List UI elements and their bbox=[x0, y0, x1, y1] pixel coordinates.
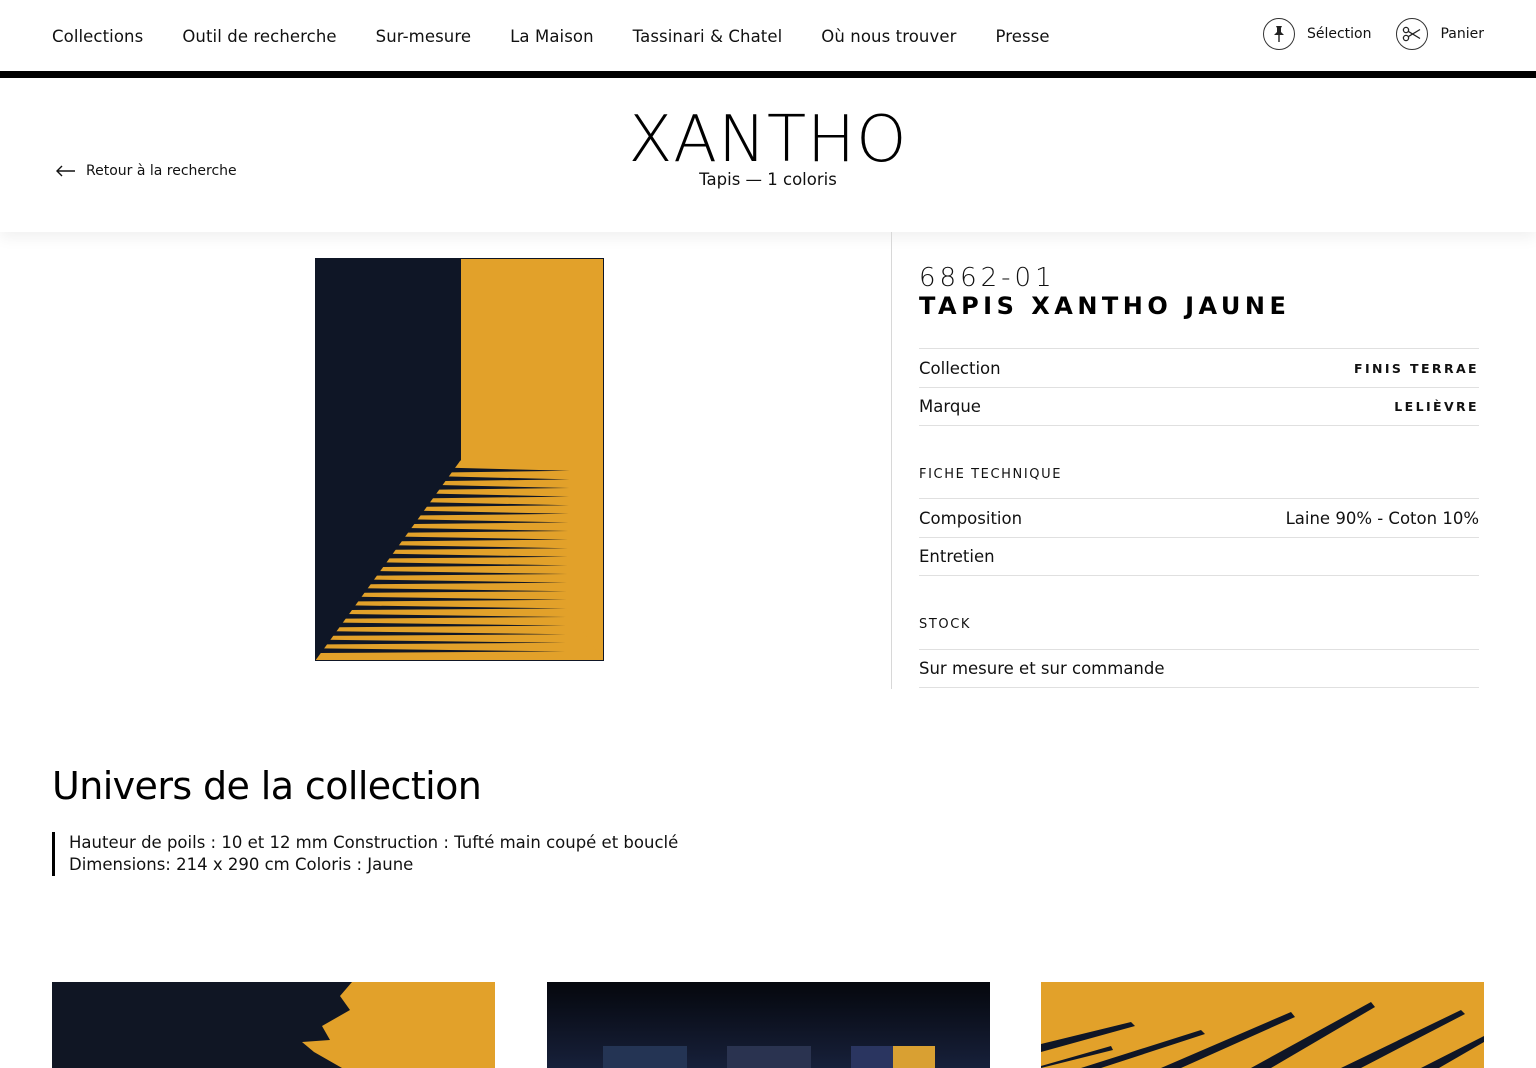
selection-label: Sélection bbox=[1306, 26, 1372, 42]
column-divider bbox=[891, 232, 892, 689]
collection-gallery bbox=[52, 982, 1484, 1068]
product-name: TAPIS XANTHO JAUNE bbox=[919, 292, 1291, 320]
spec-label: Entretien bbox=[919, 547, 995, 566]
collection-value[interactable]: FINIS TERRAE bbox=[1354, 361, 1479, 376]
nav-link-tassinari-chatel[interactable]: Tassinari & Chatel bbox=[633, 24, 783, 50]
page-subtitle: Tapis — 1 coloris bbox=[699, 170, 837, 189]
nav-link-la-maison[interactable]: La Maison bbox=[510, 24, 594, 50]
product-details: 6862-01 TAPIS XANTHO JAUNE bbox=[919, 262, 1479, 320]
attribute-row-collection: Collection FINIS TERRAE bbox=[919, 348, 1479, 387]
spec-row-composition: Composition Laine 90% - Coton 10% bbox=[919, 498, 1479, 537]
fiche-technique-heading: FICHE TECHNIQUE bbox=[919, 467, 1063, 482]
spec-row-entretien: Entretien bbox=[919, 537, 1479, 576]
gallery-image[interactable] bbox=[1041, 982, 1484, 1068]
product-header: Retour à la recherche XANTHO Tapis — 1 c… bbox=[0, 78, 1536, 232]
nav-link-ou-nous-trouver[interactable]: Où nous trouver bbox=[821, 24, 956, 50]
univers-line: Dimensions: 214 x 290 cm Coloris : Jaune bbox=[69, 855, 414, 874]
gallery-image[interactable] bbox=[52, 982, 495, 1068]
selection-button[interactable]: Sélection bbox=[1262, 18, 1372, 50]
stock-heading: STOCK bbox=[919, 617, 972, 632]
pin-icon bbox=[1262, 18, 1295, 50]
cart-label: Panier bbox=[1440, 26, 1484, 42]
cart-button[interactable]: Panier bbox=[1396, 18, 1484, 50]
gallery-image[interactable] bbox=[547, 982, 990, 1068]
attribute-label: Collection bbox=[919, 358, 1001, 378]
scissors-icon bbox=[1396, 18, 1429, 50]
stock-value: Sur mesure et sur commande bbox=[919, 659, 1165, 678]
attribute-row-marque: Marque LELIÈVRE bbox=[919, 387, 1479, 426]
spec-label: Composition bbox=[919, 508, 1023, 528]
stock-row: Sur mesure et sur commande bbox=[919, 649, 1479, 688]
brand-value[interactable]: LELIÈVRE bbox=[1394, 399, 1479, 414]
product-reference: 6862-01 bbox=[919, 263, 1056, 293]
page-title: XANTHO bbox=[628, 103, 908, 177]
nav-link-outil-de-recherche[interactable]: Outil de recherche bbox=[182, 24, 336, 50]
univers-line: Hauteur de poils : 10 et 12 mm Construct… bbox=[69, 833, 679, 852]
univers-heading: Univers de la collection bbox=[52, 764, 482, 808]
top-navigation: Collections Outil de recherche Sur-mesur… bbox=[0, 0, 1536, 72]
user-actions: Sélection Panier bbox=[1238, 18, 1484, 50]
nav-link-presse[interactable]: Presse bbox=[995, 24, 1049, 50]
spec-value: Laine 90% - Coton 10% bbox=[1285, 508, 1479, 528]
attribute-label: Marque bbox=[919, 397, 981, 416]
product-image[interactable] bbox=[314, 257, 605, 662]
univers-description: Hauteur de poils : 10 et 12 mm Construct… bbox=[52, 832, 678, 876]
nav-link-sur-mesure[interactable]: Sur-mesure bbox=[376, 24, 471, 50]
main-menu: Collections Outil de recherche Sur-mesur… bbox=[52, 24, 1089, 50]
nav-link-collections[interactable]: Collections bbox=[52, 24, 143, 50]
nav-divider bbox=[0, 71, 1536, 78]
